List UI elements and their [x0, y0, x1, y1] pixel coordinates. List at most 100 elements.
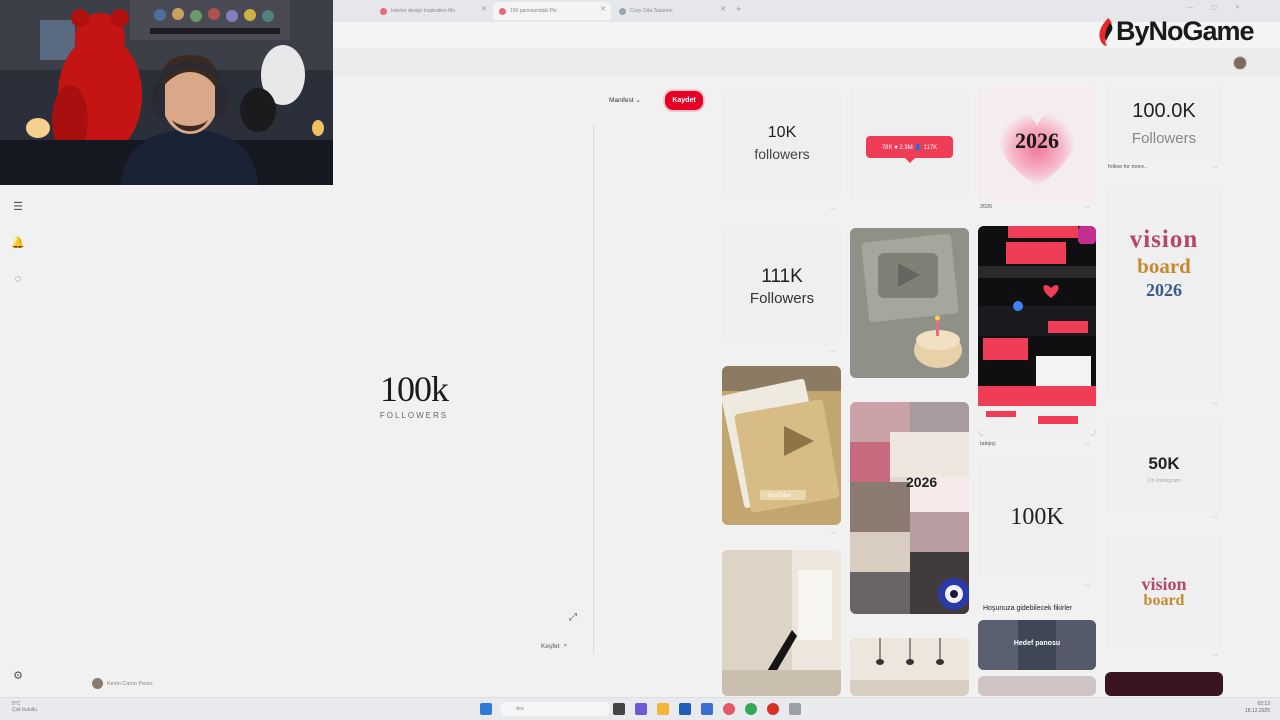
pin-card-plaque-cake[interactable] [850, 228, 969, 378]
new-tab-button[interactable]: + [736, 4, 741, 14]
more-icon[interactable]: ··· [1211, 514, 1218, 521]
profile-name: Kevin Camo Perez [107, 680, 153, 687]
tab-title: Cozy Oda Tasarımı [630, 8, 673, 14]
card-2026-text: 2026 [1015, 128, 1059, 153]
mail-icon[interactable] [701, 703, 713, 715]
screen: Interior design inspiration Mo ✕ 100 pan… [0, 0, 1280, 720]
year-word: 2026 [1146, 280, 1182, 300]
pin-card-room[interactable] [722, 550, 841, 696]
card-label: Followers [749, 290, 815, 307]
system-clock[interactable]: 02:13 18.12.2025 [1245, 701, 1270, 715]
pin-card-vision-board-2[interactable]: vision board [1105, 536, 1223, 648]
page-icon [619, 7, 626, 15]
profile-avatar [92, 678, 103, 689]
tab-cozy-oda[interactable]: Cozy Oda Tasarımı ✕ [613, 2, 731, 20]
profile-chip[interactable]: Kevin Camo Perez [92, 678, 153, 689]
save-button[interactable]: Kaydet [663, 89, 705, 112]
card-label: Followers [1131, 130, 1197, 147]
pinterest-icon [380, 7, 387, 15]
more-icon[interactable]: ··· [1211, 652, 1218, 659]
lens-icon: ⌕ [563, 642, 568, 649]
tab-interior-design[interactable]: Interior design inspiration Mo ✕ [374, 2, 492, 20]
pin-card-hedef-board[interactable]: Hedef panosu [978, 620, 1096, 670]
pin-image[interactable]: 100k FOLLOWERS ⤢ Keşfet ⌕ [333, 86, 593, 666]
more-icon[interactable]: ··· [1211, 400, 1218, 407]
plaque-cake-image [850, 228, 969, 378]
card-label: On Instagram [1147, 478, 1181, 484]
windows-start-icon[interactable] [480, 703, 492, 715]
pin-card-dark-partial[interactable] [1105, 672, 1223, 696]
tab-title: Interior design inspiration Mo [391, 8, 456, 14]
window-controls[interactable]: —▢✕ [1187, 4, 1258, 11]
pin-card-kitchen[interactable] [850, 638, 969, 696]
close-icon[interactable]: ✕ [481, 5, 487, 13]
pin-card-111k[interactable]: 111K Followers [723, 228, 841, 346]
vision-word: vision [1129, 226, 1199, 253]
bell-icon[interactable]: 🔔 [11, 236, 25, 250]
collage-year: 2026 [906, 474, 938, 490]
pin-card-vision-collage[interactable]: 2026 [850, 402, 969, 614]
youtube-label: YouTube [767, 493, 791, 499]
card-label: followers [754, 146, 810, 162]
pin-card-social-collage[interactable] [978, 226, 1096, 436]
more-icon[interactable]: ··· [1083, 441, 1090, 448]
app-icon[interactable] [723, 703, 735, 715]
card-caption: follow for more.. [1108, 164, 1148, 170]
pinterest-search-bar[interactable] [333, 48, 1280, 76]
weather-desc: Çok bulutlu [12, 707, 38, 713]
board-dropdown[interactable]: Manifest ⌄ [609, 96, 641, 104]
task-view-icon[interactable] [613, 703, 625, 715]
card-100k-text: 100K [1010, 504, 1064, 530]
more-icon[interactable]: ··· [1083, 582, 1090, 589]
file-explorer-icon[interactable] [657, 703, 669, 715]
more-icon[interactable]: ··· [829, 206, 836, 213]
weather-widget[interactable]: 5°C Çok bulutlu [12, 701, 37, 713]
pin-card-100k-followers[interactable]: 100.0K Followers [1105, 86, 1223, 162]
chat-icon[interactable]: ◌ [11, 272, 25, 286]
badge-pointer [905, 158, 915, 163]
taskbar-search[interactable]: Ara [500, 702, 610, 716]
more-icon[interactable]: ··· [1211, 164, 1218, 171]
menu-icon[interactable]: ☰ [11, 200, 25, 214]
pinterest-icon [499, 7, 506, 15]
pin-card-partial[interactable] [978, 676, 1096, 696]
more-icon[interactable]: ··· [829, 530, 836, 537]
store-icon[interactable] [679, 703, 691, 715]
clock-time: 02:13 [1257, 701, 1270, 707]
logo-text: ByNoGame [1116, 16, 1255, 46]
pin-card-100k-serif[interactable]: 100K [978, 460, 1096, 578]
room-image [722, 550, 841, 696]
webcam-overlay [0, 0, 333, 185]
windows-taskbar: 5°C Çok bulutlu Ara 02:13 18.12.2025 [0, 697, 1280, 720]
explore-button[interactable]: Keşfet ⌕ [541, 642, 567, 650]
card-caption: takipçi [980, 441, 996, 447]
pin-card-vision-board[interactable]: vision board 2026 [1105, 186, 1223, 396]
youtube-plaque-image [722, 366, 841, 525]
more-icon[interactable]: ··· [829, 348, 836, 355]
copilot-icon[interactable] [635, 703, 647, 715]
more-icon[interactable]: ··· [1083, 204, 1090, 211]
expand-icon[interactable]: ⤢ [569, 612, 577, 623]
pin-sub-text: FOLLOWERS [379, 411, 449, 420]
section-label: Hoşunuza gidebilecek fikirler [983, 605, 1073, 612]
pin-card-youtube-plaque[interactable]: YouTube [722, 366, 841, 525]
pin-card-instagram-badge[interactable]: 78K ♥ 2.3M 👤 117K [850, 86, 969, 202]
card-number: 111K [761, 266, 803, 287]
board-word: board [1143, 592, 1185, 609]
card-number: 10K [767, 124, 797, 141]
close-icon[interactable]: ✕ [600, 5, 606, 13]
card-number: 100.0K [1132, 100, 1196, 122]
gear-icon[interactable]: ⚙ [11, 669, 25, 683]
bynogame-logo: ByNoGame [1096, 16, 1255, 47]
pin-card-50k[interactable]: 50K On Instagram [1105, 420, 1223, 512]
app-icon[interactable] [789, 703, 801, 715]
close-icon[interactable]: ✕ [720, 5, 726, 13]
chrome-icon[interactable] [745, 703, 757, 715]
user-avatar[interactable] [1233, 56, 1247, 70]
flame-icon [1099, 17, 1113, 46]
explore-label: Keşfet [541, 642, 560, 650]
tab-100-board[interactable]: 100 panosundaki Pin ✕ [493, 2, 611, 20]
app-icon[interactable] [767, 703, 779, 715]
pin-card-2026-heart[interactable]: 2026 [978, 86, 1096, 202]
pin-card-10k[interactable]: 10K followers [723, 86, 841, 202]
